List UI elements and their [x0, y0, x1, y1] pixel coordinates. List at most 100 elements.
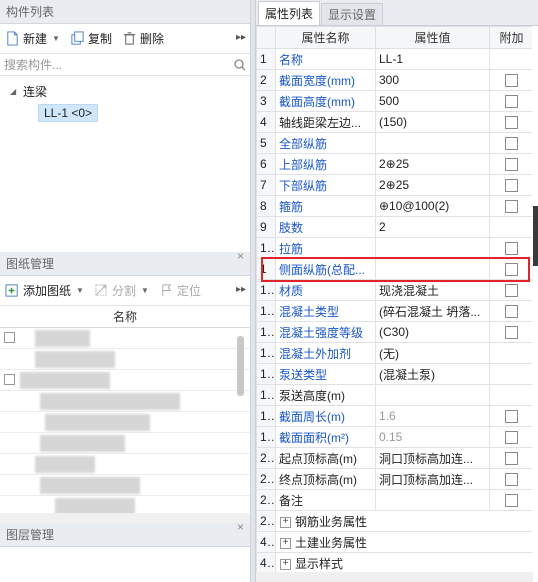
table-row[interactable]: 12 材质 现浇混凝土	[256, 279, 534, 301]
property-value[interactable]: (混凝土泵)	[375, 363, 490, 385]
table-row[interactable]: 21 终点顶标高(m) 洞口顶标高加连...	[256, 468, 534, 490]
split-button[interactable]: 分割 ▼	[91, 280, 152, 301]
new-button[interactable]: 新建 ▼	[2, 28, 63, 49]
list-item[interactable]	[0, 328, 250, 349]
attach-checkbox[interactable]	[505, 242, 518, 256]
table-row[interactable]: 7 下部纵筋 2⊕25	[256, 174, 534, 196]
table-row[interactable]: 9 肢数 2	[256, 216, 534, 238]
attach-checkbox[interactable]	[505, 431, 518, 445]
copy-button[interactable]: 复制	[67, 28, 115, 49]
collapse-caret-icon[interactable]: ◢	[10, 87, 20, 96]
dropdown-arrow-icon[interactable]: ▼	[52, 34, 60, 43]
attach-checkbox[interactable]	[505, 179, 518, 193]
group-row[interactable]: 23 + 钢筋业务属性	[256, 510, 534, 532]
vertical-scrollbar[interactable]	[237, 336, 244, 396]
group-row[interactable]: 47 + 显示样式	[256, 552, 534, 574]
tree-category-row[interactable]: ◢ 连梁	[0, 80, 250, 102]
property-value[interactable]: 现浇混凝土	[375, 279, 490, 301]
attach-checkbox[interactable]	[505, 95, 518, 109]
property-value[interactable]: 洞口顶标高加连...	[375, 468, 490, 490]
close-icon[interactable]: ×	[237, 244, 244, 268]
property-value[interactable]	[375, 489, 490, 511]
add-drawing-button[interactable]: 添加图纸 ▼	[2, 280, 87, 301]
table-row[interactable]: 2 截面宽度(mm) 300	[256, 69, 534, 91]
attach-checkbox[interactable]	[505, 137, 518, 151]
list-item[interactable]	[0, 391, 250, 412]
list-item[interactable]	[0, 475, 250, 496]
property-value[interactable]: 2⊕25	[375, 174, 490, 196]
table-row[interactable]: 8 箍筋 ⊕10@100(2)	[256, 195, 534, 217]
row-checkbox[interactable]	[4, 332, 15, 343]
search-icon[interactable]	[234, 58, 246, 71]
table-row[interactable]: 18 截面周长(m) 1.6	[256, 405, 534, 427]
dropdown-arrow-icon[interactable]: ▼	[76, 286, 84, 295]
tab-property-list[interactable]: 属性列表	[258, 1, 321, 25]
dropdown-arrow-icon[interactable]: ▼	[141, 286, 149, 295]
property-value[interactable]: 1.6	[375, 405, 490, 427]
attach-checkbox[interactable]	[505, 263, 518, 277]
property-value[interactable]	[375, 258, 490, 280]
property-value[interactable]: ⊕10@100(2)	[375, 195, 490, 217]
attach-checkbox[interactable]	[505, 74, 518, 88]
table-row[interactable]: 6 上部纵筋 2⊕25	[256, 153, 534, 175]
table-row[interactable]: 22 备注	[256, 489, 534, 511]
table-row[interactable]: 20 起点顶标高(m) 洞口顶标高加连...	[256, 447, 534, 469]
horizontal-scrollbar[interactable]	[0, 513, 250, 523]
table-row[interactable]: 14 混凝土强度等级 (C30)	[256, 321, 534, 343]
table-row[interactable]: 19 截面面积(m²) 0.15	[256, 426, 534, 448]
locate-button[interactable]: 定位	[156, 280, 204, 301]
attach-checkbox[interactable]	[505, 284, 518, 298]
group-cell[interactable]: + 钢筋业务属性	[275, 510, 534, 532]
attach-checkbox[interactable]	[505, 200, 518, 214]
property-value[interactable]	[375, 132, 490, 154]
right-scrollbar[interactable]	[532, 26, 538, 582]
row-checkbox[interactable]	[4, 374, 15, 385]
group-cell[interactable]: + 显示样式	[275, 552, 534, 574]
attach-checkbox[interactable]	[505, 305, 518, 319]
attach-checkbox[interactable]	[505, 158, 518, 172]
property-value[interactable]: 2	[375, 216, 490, 238]
table-row[interactable]: 15 混凝土外加剂 (无)	[256, 342, 534, 364]
attach-checkbox[interactable]	[505, 410, 518, 424]
delete-button[interactable]: 删除	[119, 28, 167, 49]
expand-plus-icon[interactable]: +	[280, 558, 291, 570]
table-row[interactable]: 3 截面高度(mm) 500	[256, 90, 534, 112]
group-cell[interactable]: + 土建业务属性	[275, 531, 534, 553]
tree-item-selected[interactable]: LL-1 <0>	[38, 104, 99, 122]
attach-checkbox[interactable]	[505, 494, 518, 508]
table-row[interactable]: 10 拉筋	[256, 237, 534, 259]
property-value[interactable]: 2⊕25	[375, 153, 490, 175]
property-value[interactable]: (C30)	[375, 321, 490, 343]
property-value[interactable]: (无)	[375, 342, 490, 364]
property-value[interactable]: LL-1	[375, 48, 490, 70]
table-row[interactable]: 17 泵送高度(m)	[256, 384, 534, 406]
scrollbar-thumb[interactable]	[533, 206, 538, 266]
list-item[interactable]	[0, 349, 250, 370]
attach-checkbox[interactable]	[505, 326, 518, 340]
property-value[interactable]: 500	[375, 90, 490, 112]
component-search-input[interactable]: 搜索构件...	[0, 54, 250, 76]
list-item[interactable]	[0, 433, 250, 454]
property-value[interactable]	[375, 237, 490, 259]
table-row[interactable]: 16 泵送类型 (混凝土泵)	[256, 363, 534, 385]
property-value[interactable]: 0.15	[375, 426, 490, 448]
toolbar-more-icon[interactable]: ▸▸	[236, 284, 246, 295]
table-row[interactable]: 4 轴线距梁左边... (150)	[256, 111, 534, 133]
close-icon[interactable]: ×	[237, 515, 244, 539]
property-value[interactable]: 300	[375, 69, 490, 91]
property-value[interactable]: (碎石混凝土 坍落...	[375, 300, 490, 322]
table-row[interactable]: 13 混凝土类型 (碎石混凝土 坍落...	[256, 300, 534, 322]
table-row[interactable]: 5 全部纵筋	[256, 132, 534, 154]
expand-plus-icon[interactable]: +	[280, 516, 291, 528]
horizontal-scrollbar[interactable]	[256, 572, 533, 582]
attach-checkbox[interactable]	[505, 473, 518, 487]
expand-plus-icon[interactable]: +	[280, 537, 291, 549]
tab-display-settings[interactable]: 显示设置	[321, 3, 384, 25]
property-value[interactable]: (150)	[375, 111, 490, 133]
toolbar-more-icon[interactable]: ▸▸	[236, 32, 246, 43]
attach-checkbox[interactable]	[505, 116, 518, 130]
list-item[interactable]	[0, 454, 250, 475]
property-value[interactable]: 洞口顶标高加连...	[375, 447, 490, 469]
attach-checkbox[interactable]	[505, 452, 518, 466]
property-value[interactable]	[375, 384, 490, 406]
